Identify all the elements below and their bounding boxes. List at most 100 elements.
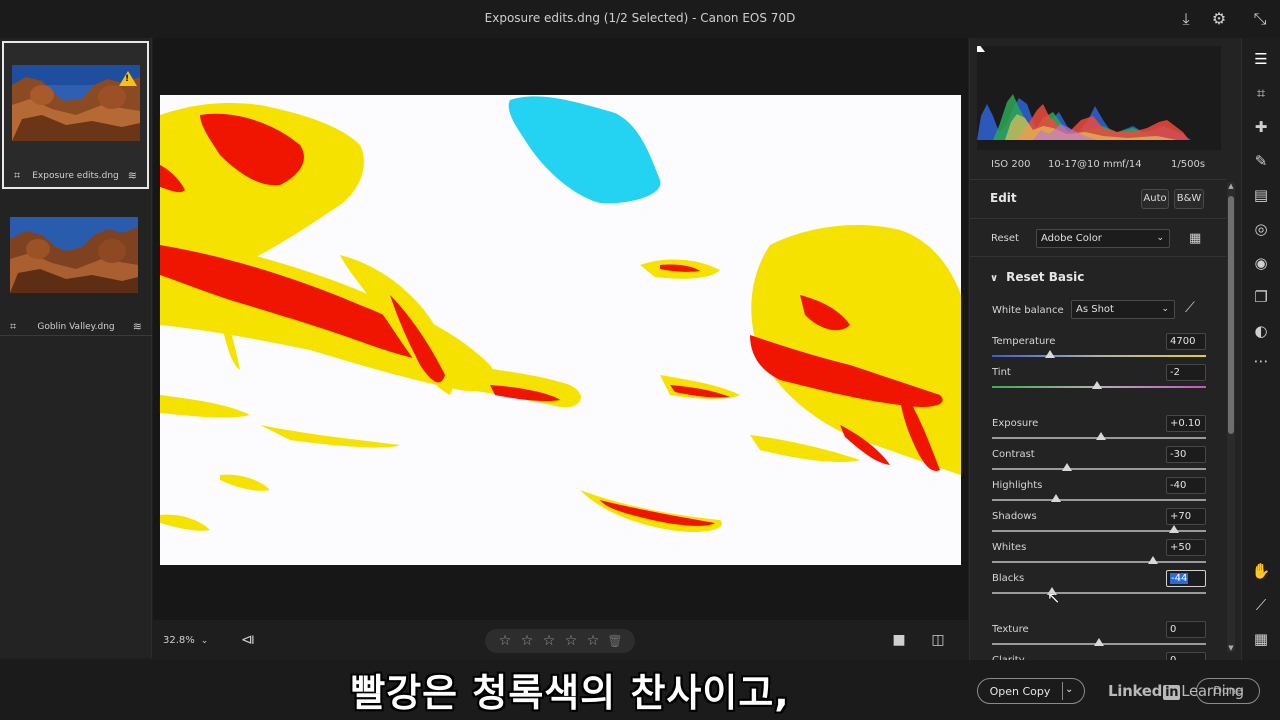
- video-subtitle: 빨강은 청록색의 찬사이고,: [350, 671, 790, 715]
- slider-texture[interactable]: Texture 0: [992, 621, 1206, 654]
- slider-value: -30: [1170, 449, 1187, 460]
- single-view-icon[interactable]: ■: [890, 631, 908, 649]
- slider-thumb[interactable]: [1094, 638, 1104, 646]
- slider-track[interactable]: [992, 468, 1206, 470]
- star-icon[interactable]: ☆: [563, 633, 579, 649]
- slider-value: -40: [1170, 480, 1187, 491]
- slider-contrast[interactable]: Contrast -30: [992, 446, 1206, 479]
- red-eye-icon[interactable]: ◉: [1250, 252, 1272, 274]
- slider-thumb[interactable]: [1051, 494, 1062, 502]
- grid-icon[interactable]: ▦: [1250, 628, 1272, 650]
- slider-label: Texture: [992, 624, 1029, 635]
- bw-button[interactable]: B&W: [1174, 189, 1204, 209]
- radial-gradient-icon[interactable]: ◎: [1250, 218, 1272, 240]
- star-icon[interactable]: ☆: [585, 633, 601, 649]
- slider-value-input[interactable]: -40: [1166, 477, 1206, 494]
- color-sampler-icon[interactable]: ⟋: [1250, 594, 1272, 616]
- canvas-toolbar: 32.8% ⌄ ⧏ ☆ ☆ ☆ ☆ ☆ 🗑 ■ ◫: [153, 620, 968, 660]
- slider-value-input[interactable]: +70: [1166, 508, 1206, 525]
- panel-scrollbar[interactable]: ▲ ▼: [1227, 182, 1235, 652]
- chevron-down-icon: ⌄: [200, 636, 209, 646]
- presets-icon[interactable]: ◐: [1250, 320, 1272, 342]
- slider-label: Highlights: [992, 480, 1043, 491]
- linear-gradient-icon[interactable]: ▤: [1250, 184, 1272, 206]
- slider-highlights[interactable]: Highlights -40: [992, 477, 1206, 510]
- filmstrip-divider: [0, 335, 152, 336]
- slider-value-input[interactable]: +50: [1166, 539, 1206, 556]
- shadow-clipping-icon[interactable]: [977, 46, 985, 52]
- brand-learning: Learning: [1181, 682, 1244, 700]
- slider-whites[interactable]: Whites +50: [992, 539, 1206, 572]
- scroll-down-icon[interactable]: ▼: [1227, 644, 1235, 652]
- white-balance-select[interactable]: As Shot ⌄: [1071, 300, 1175, 319]
- slider-thumb[interactable]: [1147, 556, 1158, 564]
- auto-button[interactable]: Auto: [1141, 189, 1169, 209]
- slider-tint[interactable]: Tint -2: [992, 364, 1206, 397]
- slider-value: +50: [1170, 542, 1192, 553]
- slider-thumb[interactable]: [1044, 350, 1055, 358]
- slider-track[interactable]: [992, 592, 1206, 594]
- histogram: [977, 46, 1221, 150]
- slider-thumb[interactable]: [1168, 525, 1179, 533]
- slider-value-input[interactable]: -2: [1166, 364, 1206, 381]
- slider-exposure[interactable]: Exposure +0.10: [992, 415, 1206, 448]
- slider-value-input[interactable]: +0.10: [1166, 415, 1206, 432]
- reset-label: Reset: [991, 233, 1019, 244]
- exif-lens: 10-17@10 mm: [1048, 159, 1123, 170]
- panel-divider: [970, 218, 1226, 219]
- profile-browser-icon[interactable]: ▦: [1189, 231, 1201, 246]
- slider-value: -44: [1170, 573, 1189, 584]
- basic-section-title: Reset Basic: [1006, 270, 1085, 284]
- star-icon[interactable]: ☆: [519, 633, 535, 649]
- star-icon[interactable]: ☆: [497, 633, 513, 649]
- save-download-icon[interactable]: ⤓: [1176, 9, 1196, 29]
- white-balance-label: White balance: [992, 305, 1064, 316]
- filmstrip-item[interactable]: ⌗ Goblin Valley.dng ≋: [0, 193, 152, 343]
- tool-rail: ☰ ⌗ ✚ ✎ ▤ ◎ ◉ ❐ ◐ ⋯ ✋ ⟋ ▦: [1241, 38, 1280, 660]
- slider-label: Tint: [992, 367, 1011, 378]
- scroll-up-icon[interactable]: ▲: [1227, 182, 1235, 190]
- image-canvas[interactable]: [153, 38, 968, 620]
- slider-thumb[interactable]: [1096, 432, 1107, 440]
- hand-icon[interactable]: ✋: [1250, 560, 1272, 582]
- edit-sliders-icon[interactable]: ☰: [1250, 48, 1272, 70]
- slider-value: +70: [1170, 511, 1192, 522]
- more-icon[interactable]: ⋯: [1250, 350, 1272, 372]
- gear-icon[interactable]: ⚙: [1209, 9, 1229, 29]
- snapshots-icon[interactable]: ❐: [1250, 286, 1272, 308]
- filmstrip-item-name: Goblin Valley.dng: [37, 322, 115, 332]
- slider-thumb[interactable]: [1061, 463, 1072, 471]
- slider-value-input[interactable]: -30: [1166, 446, 1206, 463]
- preview-image-clipping[interactable]: [160, 95, 961, 565]
- profile-select[interactable]: Adobe Color ⌄: [1036, 229, 1170, 248]
- slider-shadows[interactable]: Shadows +70: [992, 508, 1206, 541]
- brush-icon[interactable]: ✎: [1250, 150, 1272, 172]
- zoom-level[interactable]: 32.8% ⌄: [163, 635, 208, 646]
- slider-value-input[interactable]: 4700: [1166, 333, 1206, 350]
- slider-blacks[interactable]: Blacks -44: [992, 570, 1206, 603]
- slider-thumb[interactable]: [1091, 381, 1102, 389]
- slider-track[interactable]: [992, 561, 1206, 563]
- basic-section-header[interactable]: ∨ Reset Basic: [990, 270, 1084, 284]
- slider-value-input[interactable]: 0: [1166, 621, 1206, 638]
- star-icon[interactable]: ☆: [541, 633, 557, 649]
- adjustments-icon: ≋: [132, 320, 142, 333]
- slider-value: 0: [1170, 624, 1177, 635]
- healing-icon[interactable]: ✚: [1250, 116, 1272, 138]
- slider-value-input[interactable]: -44: [1166, 570, 1206, 587]
- slider-track[interactable]: [992, 499, 1206, 501]
- collapse-icon[interactable]: ⤡: [1250, 9, 1270, 29]
- filmstrip-item[interactable]: ! ⌗ Exposure edits.dng ≋: [2, 41, 149, 189]
- trash-icon[interactable]: 🗑: [607, 634, 623, 648]
- window-title: Exposure edits.dng (1/2 Selected) - Cano…: [484, 11, 796, 25]
- crop-icon[interactable]: ⌗: [1250, 82, 1272, 104]
- slider-temperature[interactable]: Temperature 4700: [992, 333, 1206, 366]
- panel-divider: [970, 256, 1226, 257]
- slider-track[interactable]: [992, 355, 1206, 357]
- filmstrip-toggle-icon[interactable]: ⧏: [239, 631, 257, 649]
- star-rating[interactable]: ☆ ☆ ☆ ☆ ☆ 🗑: [485, 629, 635, 653]
- scrollbar-thumb[interactable]: [1228, 196, 1234, 434]
- eyedropper-icon[interactable]: ⟋: [1185, 300, 1195, 316]
- before-after-icon[interactable]: ◫: [929, 631, 947, 649]
- slider-label: Temperature: [992, 336, 1056, 347]
